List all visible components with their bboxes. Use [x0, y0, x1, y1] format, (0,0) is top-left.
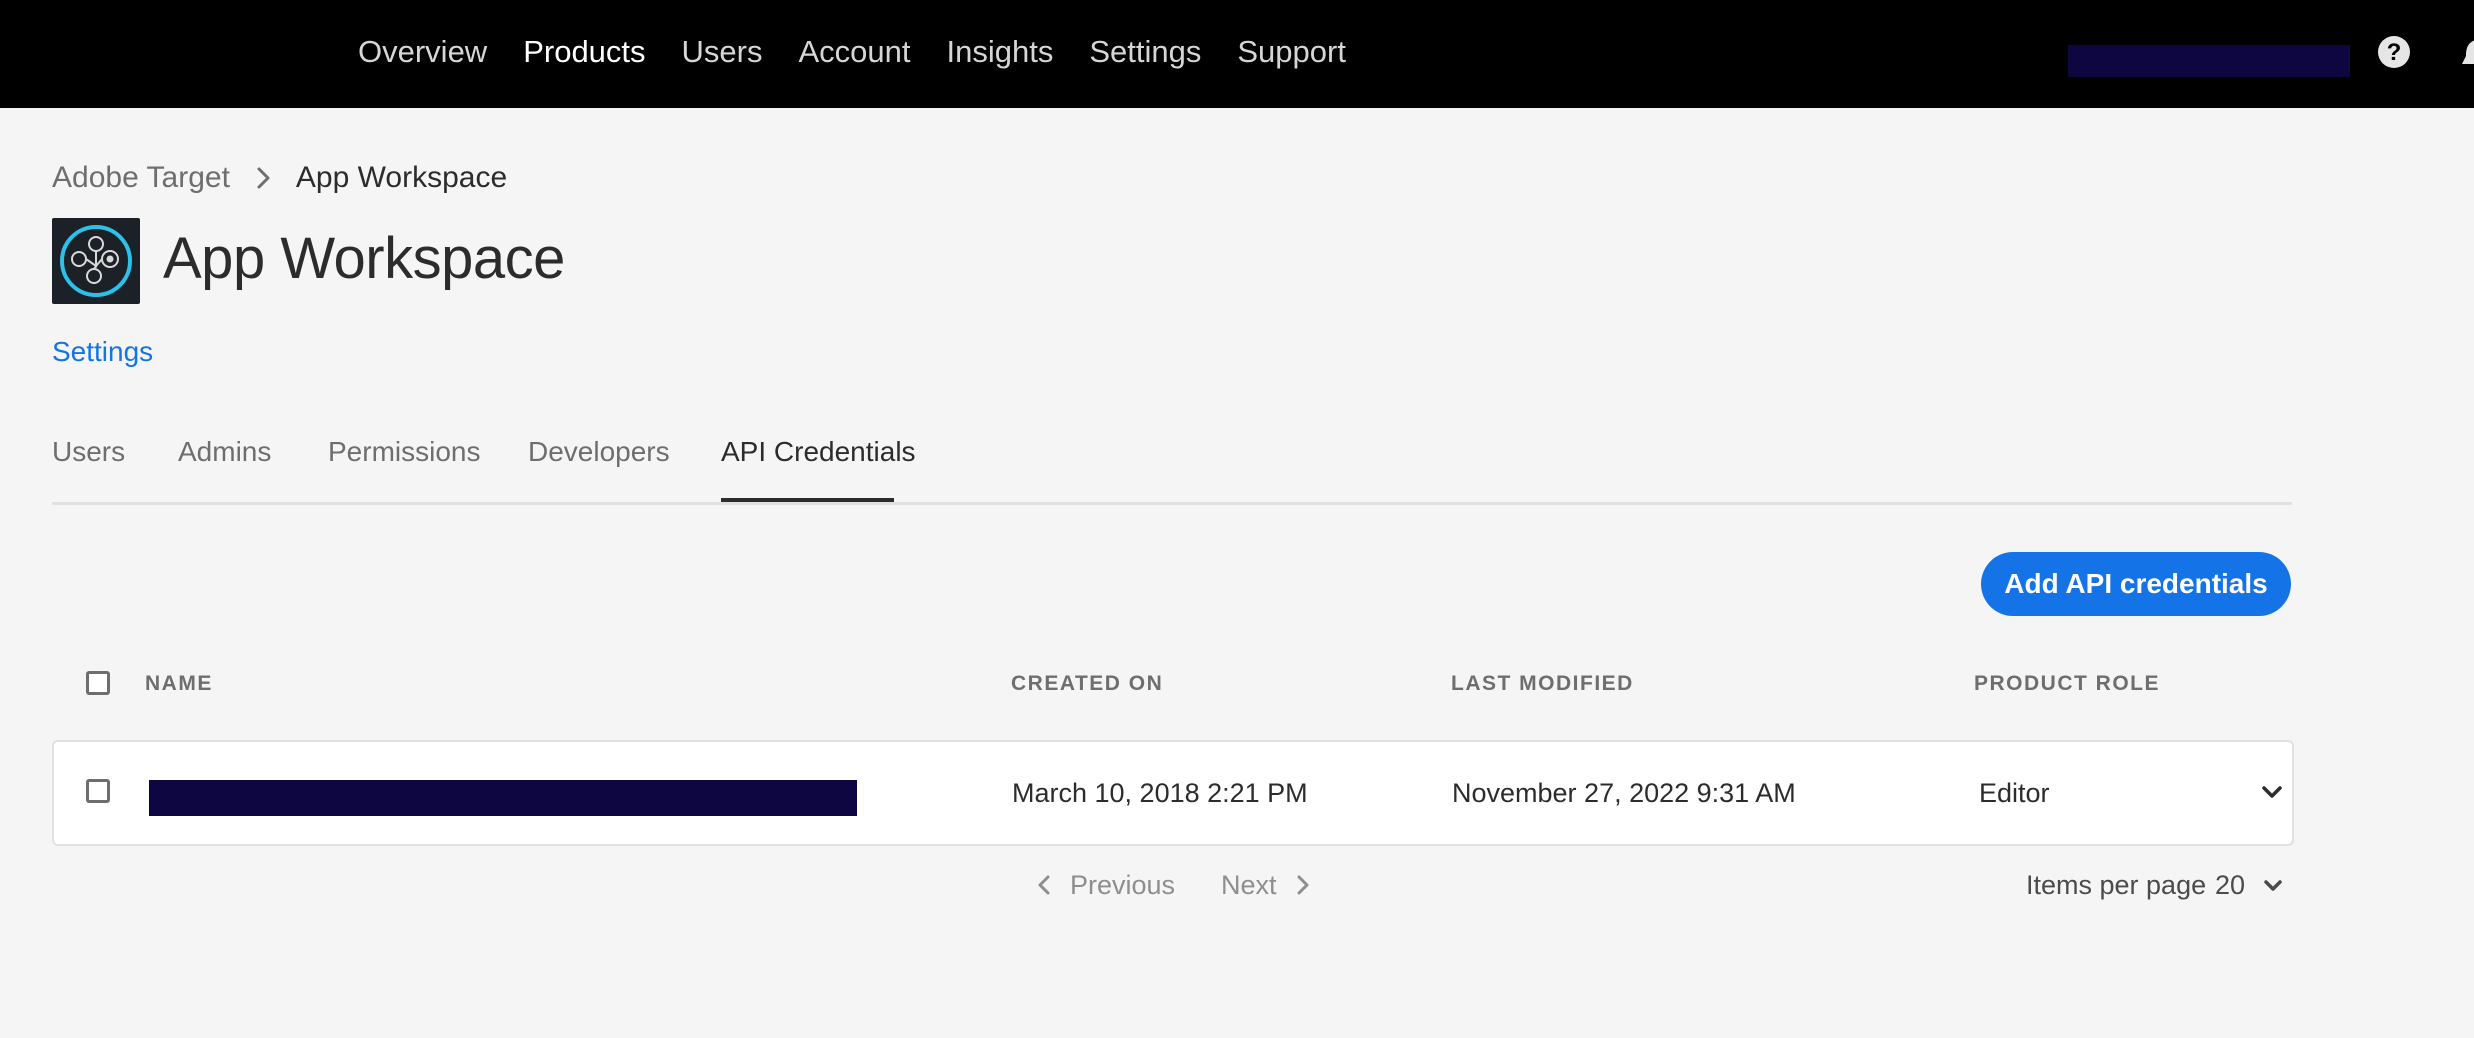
select-all-checkbox[interactable] [86, 671, 110, 695]
top-bar: Overview Products Users Account Insights… [0, 0, 2474, 108]
tab-users[interactable]: Users [52, 430, 125, 502]
nav-account[interactable]: Account [799, 0, 911, 104]
column-header-created-on[interactable]: CREATED ON [1011, 672, 1163, 696]
created-on-cell: March 10, 2018 2:21 PM [1012, 778, 1308, 808]
last-modified-cell: November 27, 2022 9:31 AM [1452, 778, 1796, 808]
items-per-page-label: Items per page [2026, 870, 2207, 900]
notification-bell-icon[interactable] [2462, 38, 2474, 68]
chevron-left-icon [1038, 875, 1050, 895]
top-nav: Overview Products Users Account Insights… [358, 0, 1382, 104]
redacted-org-switcher[interactable] [2068, 45, 2350, 77]
column-header-product-role[interactable]: PRODUCT ROLE [1974, 672, 2160, 696]
row-checkbox[interactable] [86, 779, 110, 803]
product-role-value: Editor [1979, 778, 2050, 808]
tab-permissions[interactable]: Permissions [328, 430, 480, 502]
nav-settings[interactable]: Settings [1089, 0, 1201, 104]
tab-developers[interactable]: Developers [528, 430, 670, 502]
tab-api-credentials[interactable]: API Credentials [721, 430, 916, 502]
tab-admins[interactable]: Admins [178, 430, 271, 502]
settings-link[interactable]: Settings [52, 336, 153, 368]
product-role-dropdown[interactable]: Editor [1979, 742, 2282, 844]
breadcrumb-current: App Workspace [295, 161, 508, 194]
items-per-page-dropdown[interactable]: 20 [2215, 862, 2285, 908]
nav-insights[interactable]: Insights [947, 0, 1054, 104]
breadcrumb-root[interactable]: Adobe Target [52, 161, 230, 195]
chevron-right-icon [257, 167, 270, 189]
redacted-credential-name[interactable] [149, 780, 857, 816]
next-page-button[interactable]: Next [1221, 862, 1313, 908]
active-tab-indicator [721, 498, 894, 502]
page-title: App Workspace [163, 226, 565, 291]
nav-support[interactable]: Support [1237, 0, 1346, 104]
chevron-down-icon [2264, 880, 2282, 891]
add-api-credentials-button[interactable]: Add API credentials [1981, 552, 2291, 616]
column-header-last-modified[interactable]: LAST MODIFIED [1451, 672, 1634, 696]
svg-text:?: ? [2387, 39, 2402, 66]
nav-overview[interactable]: Overview [358, 0, 487, 104]
next-label: Next [1221, 869, 1277, 900]
tab-bar: Users Admins Permissions Developers API … [52, 430, 2292, 505]
previous-page-button[interactable]: Previous [1034, 862, 1175, 908]
help-icon[interactable]: ? [2377, 35, 2411, 69]
table-row: March 10, 2018 2:21 PM November 27, 2022… [52, 740, 2294, 846]
items-per-page-value: 20 [2215, 870, 2246, 900]
breadcrumb: Adobe Target App Workspace [52, 158, 507, 198]
column-header-name[interactable]: NAME [145, 672, 213, 696]
nav-products[interactable]: Products [523, 0, 645, 104]
previous-label: Previous [1070, 869, 1176, 900]
nav-users[interactable]: Users [682, 0, 763, 104]
chevron-right-icon [1297, 875, 1309, 895]
app-logo-icon [52, 218, 140, 304]
chevron-down-icon [2262, 786, 2282, 798]
